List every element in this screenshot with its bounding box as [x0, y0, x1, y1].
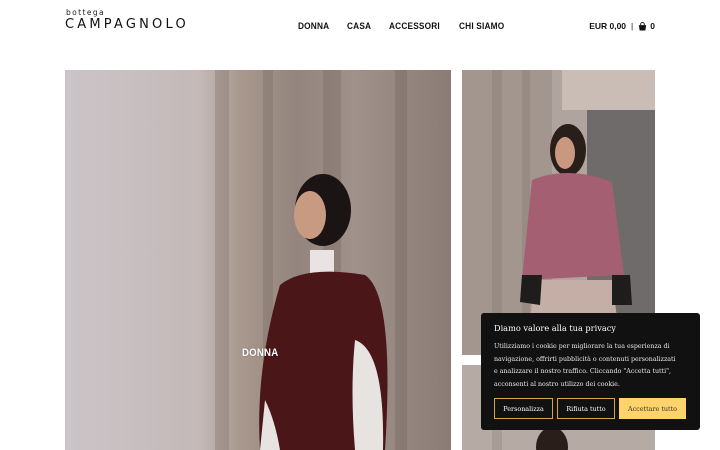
cart-total[interactable]: EUR 0,00 — [589, 21, 626, 31]
brand-logo[interactable]: bottega CAMPAGNOLO — [65, 9, 225, 33]
cart-separator: | — [631, 21, 634, 31]
cookie-text-line: navigazione, offrirti pubblicità o conte… — [494, 355, 676, 363]
cookie-actions: Personalizza Rifiuta tutto Accettare tut… — [494, 398, 686, 419]
cart-count[interactable]: 0 — [650, 21, 655, 31]
nav-item-chi-siamo[interactable]: CHI SIAMO — [459, 21, 504, 31]
cookie-text-line: Utilizziamo i cookie per migliorare la t… — [494, 343, 670, 350]
shopping-bag-icon[interactable] — [638, 21, 647, 31]
cookie-text-line: e analizzare il nostro traffico. Cliccan… — [494, 368, 672, 376]
hero-label[interactable]: DONNA — [242, 347, 278, 359]
cookie-description: Utilizziamo i cookie per migliorare la t… — [494, 341, 687, 391]
hero-image-donna[interactable] — [65, 70, 451, 450]
cookie-title: Diamo valore alla tua privacy — [494, 323, 616, 333]
logo-title: CAMPAGNOLO — [65, 17, 189, 32]
cart: EUR 0,00 | 0 — [589, 21, 655, 31]
nav-item-accessori[interactable]: ACCESSORI — [389, 21, 440, 31]
reject-all-cookies-button[interactable]: Rifiuta tutto — [557, 398, 615, 419]
logo-subtitle: bottega — [66, 8, 106, 17]
customize-cookies-button[interactable]: Personalizza — [494, 398, 553, 419]
main-nav: DONNA CASA ACCESSORI CHI SIAMO — [298, 21, 525, 31]
cookie-text-line: acconsenti al nostro utilizzo dei cookie… — [494, 380, 620, 388]
nav-item-casa[interactable]: CASA — [347, 21, 371, 31]
nav-item-donna[interactable]: DONNA — [298, 21, 329, 31]
hero-photo — [65, 70, 451, 450]
cookie-consent-banner: Diamo valore alla tua privacy Utilizziam… — [481, 313, 700, 430]
accept-all-cookies-button[interactable]: Accettare tutto — [619, 398, 686, 419]
